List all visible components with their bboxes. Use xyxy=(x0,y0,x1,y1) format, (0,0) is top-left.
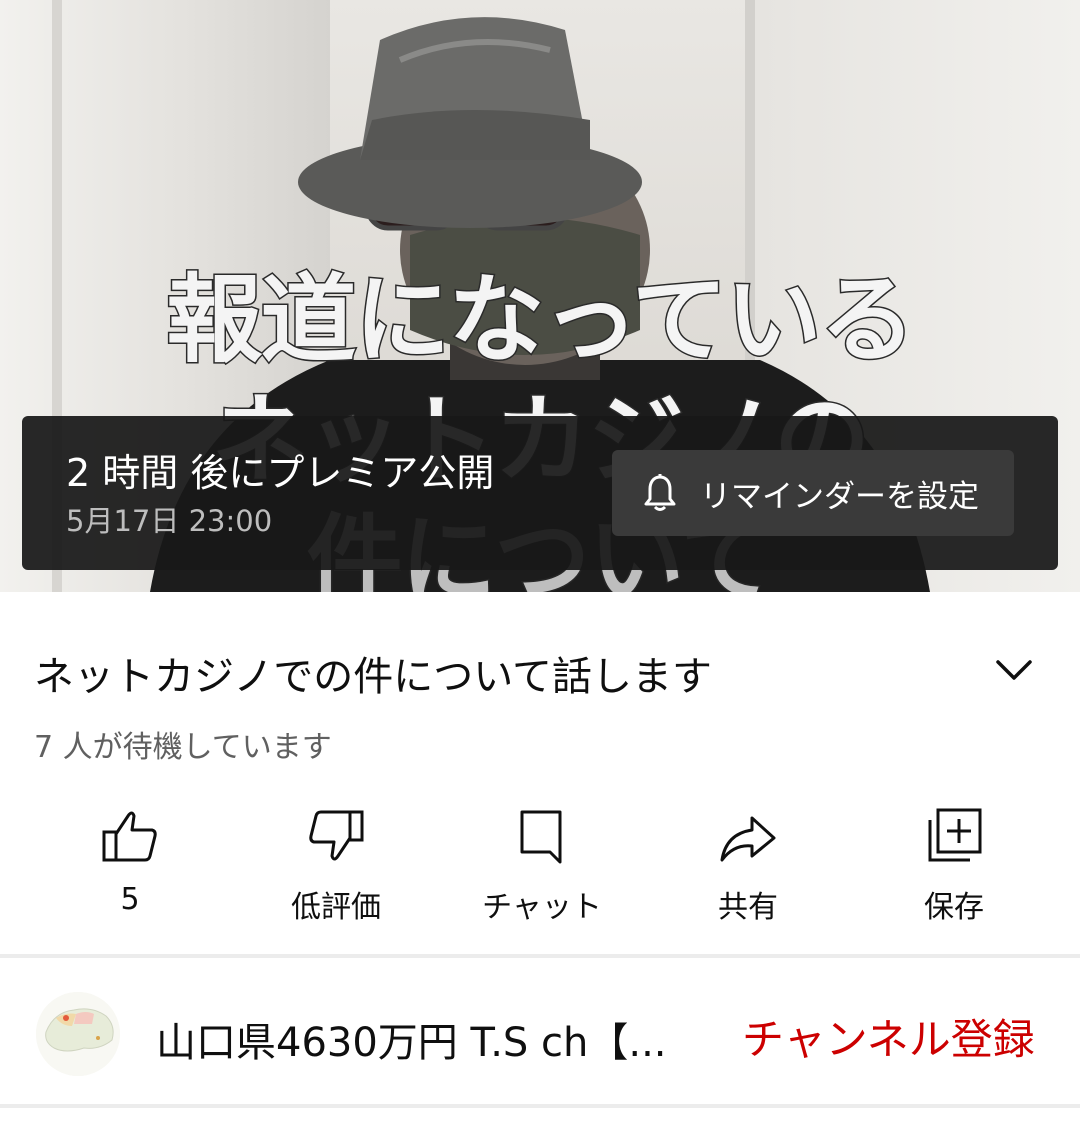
share-label: 共有 xyxy=(718,890,778,925)
dislike-button[interactable]: 低評価 xyxy=(236,800,436,940)
channel-avatar[interactable] xyxy=(36,992,120,1076)
thumbs-up-icon xyxy=(102,811,157,862)
waiting-count: 7 人が待機しています xyxy=(34,730,332,765)
subscribe-button[interactable]: チャンネル登録 xyxy=(742,1006,1035,1067)
like-count: 5 xyxy=(120,882,140,917)
video-player[interactable]: 報道になっている ネットカジノの 件について 2 時間 後にプレミア公開 5月1… xyxy=(0,0,1080,592)
action-bar: 5 低評価 チャット 共有 保存 xyxy=(0,800,1080,940)
premiere-countdown: 2 時間 後にプレミア公開 xyxy=(66,451,495,495)
thumbs-down-icon xyxy=(309,810,364,861)
channel-avatar-map-image xyxy=(36,992,120,1076)
youtube-watch-page: 報道になっている ネットカジノの 件について 2 時間 後にプレミア公開 5月1… xyxy=(0,0,1080,1124)
set-reminder-label: リマインダーを設定 xyxy=(700,478,979,515)
share-button[interactable]: 共有 xyxy=(648,800,848,940)
premiere-date: 5月17日 23:00 xyxy=(66,504,273,538)
save-playlist-icon xyxy=(928,808,982,862)
chat-button[interactable]: チャット xyxy=(442,800,642,940)
chat-icon xyxy=(520,810,562,864)
premiere-banner: 2 時間 後にプレミア公開 5月17日 23:00 リマインダーを設定 xyxy=(22,416,1058,570)
set-reminder-button[interactable]: リマインダーを設定 xyxy=(612,450,1014,536)
thumbnail-caption-line: 報道になっている xyxy=(165,263,917,378)
bell-icon xyxy=(644,474,676,511)
chevron-down-icon[interactable] xyxy=(990,650,1038,690)
divider xyxy=(0,1104,1080,1108)
video-title[interactable]: ネットカジノでの件について話します xyxy=(34,644,712,702)
channel-name[interactable]: 山口県4630万円 T.S ch【... xyxy=(156,1010,696,1068)
save-button[interactable]: 保存 xyxy=(854,800,1054,940)
dislike-label: 低評価 xyxy=(291,890,381,925)
chat-label: チャット xyxy=(482,890,602,925)
divider xyxy=(0,954,1080,958)
like-button[interactable]: 5 xyxy=(30,800,230,940)
share-icon xyxy=(720,816,776,862)
save-label: 保存 xyxy=(924,890,984,925)
